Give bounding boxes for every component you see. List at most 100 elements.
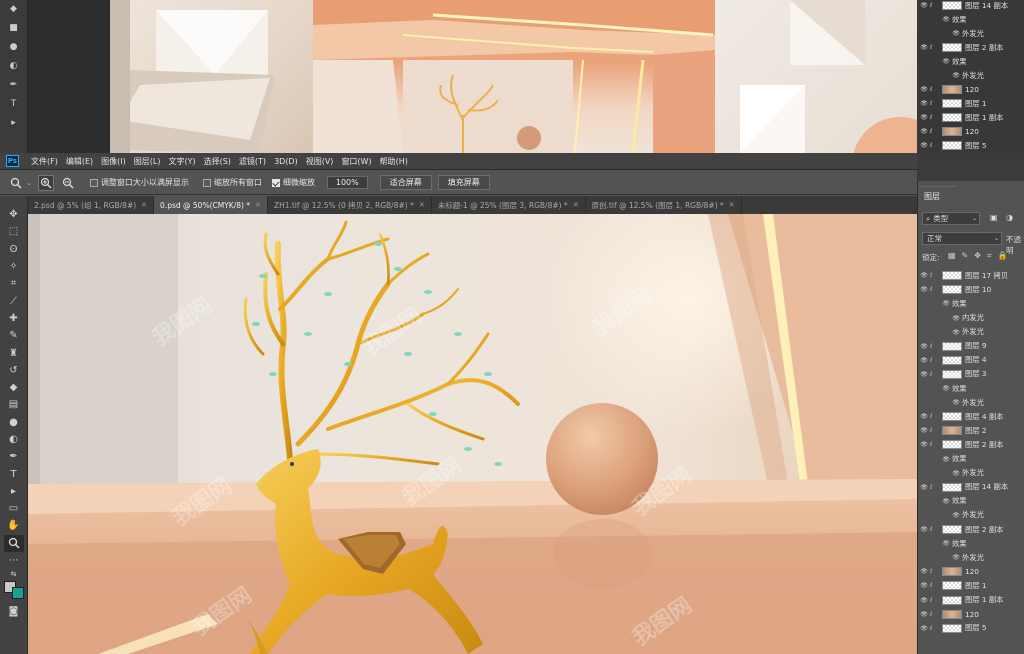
tab-document-4[interactable]: 未标题-1 @ 25% (图层 3, RGB/8#) * ✕: [432, 196, 586, 214]
path-select-icon[interactable]: ▸: [0, 114, 27, 133]
visibility-eye-icon[interactable]: 👁: [918, 441, 930, 448]
visibility-eye-icon[interactable]: 👁: [950, 399, 962, 406]
background-color-swatch[interactable]: [11, 587, 24, 600]
visibility-eye-icon[interactable]: 👁: [918, 286, 930, 293]
visibility-eye-icon[interactable]: 👁: [918, 427, 930, 434]
healing-brush-icon[interactable]: ✚: [4, 310, 24, 327]
blur-tool-icon[interactable]: ●: [4, 414, 24, 431]
zoom-value-field[interactable]: 100%: [326, 176, 368, 189]
zoom-tool-icon[interactable]: [3, 534, 24, 552]
visibility-eye-icon[interactable]: 👁: [918, 597, 930, 604]
layer-row[interactable]: 👁 ℓ 图层 17 拷贝: [918, 269, 1024, 283]
layer-effect-row[interactable]: 👁 外发光: [918, 509, 1024, 523]
visibility-eye-icon[interactable]: 👁: [918, 568, 930, 575]
eyedropper-icon[interactable]: ⟋: [4, 292, 24, 309]
menu-filter[interactable]: 滤镜(T): [235, 156, 270, 167]
layer-effect-row[interactable]: 👁 效果: [918, 55, 1024, 69]
layer-row[interactable]: 👁 ℓ 120: [918, 125, 1024, 139]
marquee-tool-icon[interactable]: ⬚: [4, 223, 24, 240]
visibility-eye-icon[interactable]: 👁: [918, 44, 930, 51]
brush-tool-icon[interactable]: ✎: [4, 327, 24, 344]
visibility-eye-icon[interactable]: 👁: [940, 498, 952, 505]
type-icon[interactable]: T: [0, 95, 27, 114]
tab-document-3[interactable]: ZH1.tif @ 12.5% (0 拷贝 2, RGB/8#) * ✕: [268, 196, 432, 214]
dodge-icon[interactable]: ◐: [0, 57, 27, 76]
close-icon[interactable]: ✕: [729, 201, 735, 209]
layer-row[interactable]: 👁 ℓ 图层 10: [918, 283, 1024, 297]
hand-tool-icon[interactable]: ✋: [4, 517, 24, 534]
pen-icon[interactable]: ✒: [0, 76, 27, 95]
tab-document-1[interactable]: 2.psd @ 5% (组 1, RGB/8#) ✕: [28, 196, 155, 214]
visibility-eye-icon[interactable]: 👁: [918, 526, 930, 533]
layer-effect-row[interactable]: 👁 效果: [918, 537, 1024, 551]
tab-document-5[interactable]: 原创.tif @ 12.5% (图层 1, RGB/8#) * ✕: [586, 196, 742, 214]
color-swatches[interactable]: [3, 581, 24, 603]
visibility-eye-icon[interactable]: 👁: [918, 484, 930, 491]
layer-row[interactable]: 👁 ℓ 图层 3: [918, 368, 1024, 382]
close-icon[interactable]: ✕: [419, 201, 425, 209]
visibility-eye-icon[interactable]: 👁: [950, 512, 962, 519]
layer-row[interactable]: 👁 ℓ 图层 1: [918, 97, 1024, 111]
visibility-eye-icon[interactable]: 👁: [918, 100, 930, 107]
eraser-tool-icon[interactable]: ◆: [4, 379, 24, 396]
document-canvas[interactable]: 我图网 我图网 我图网 我图网 我图网 我图网 我图网 我图网: [28, 214, 917, 654]
menu-view[interactable]: 视图(V): [302, 156, 338, 167]
layer-effect-row[interactable]: 👁 效果: [918, 13, 1024, 27]
visibility-eye-icon[interactable]: 👁: [918, 611, 930, 618]
visibility-eye-icon[interactable]: 👁: [918, 86, 930, 93]
type-tool-icon[interactable]: T: [4, 465, 24, 482]
rectangle-icon[interactable]: ■: [0, 19, 27, 38]
menu-image[interactable]: 图像(I): [97, 156, 130, 167]
layer-effect-row[interactable]: 👁 外发光: [918, 466, 1024, 480]
layer-effect-row[interactable]: 👁 外发光: [918, 27, 1024, 41]
filter-pixel-icon[interactable]: ▣: [990, 213, 998, 222]
gradient-tool-icon[interactable]: ▤: [4, 396, 24, 413]
menu-help[interactable]: 帮助(H): [376, 156, 412, 167]
layer-row[interactable]: 👁 ℓ 图层 2 副本: [918, 523, 1024, 537]
blur-icon[interactable]: ●: [0, 38, 27, 57]
crop-tool-icon[interactable]: ⌗: [4, 275, 24, 292]
layer-row[interactable]: 👁 ℓ 120: [918, 607, 1024, 621]
visibility-eye-icon[interactable]: 👁: [950, 470, 962, 477]
visibility-eye-icon[interactable]: 👁: [940, 16, 952, 23]
quick-mask-icon[interactable]: ◙: [4, 603, 24, 620]
visibility-eye-icon[interactable]: 👁: [940, 385, 952, 392]
menu-type[interactable]: 文字(Y): [164, 156, 199, 167]
filter-adjust-icon[interactable]: ◑: [1006, 213, 1013, 222]
menu-window[interactable]: 窗口(W): [337, 156, 375, 167]
fill-screen-button[interactable]: 填充屏幕: [437, 175, 490, 190]
visibility-eye-icon[interactable]: 👁: [950, 72, 962, 79]
layer-row[interactable]: 👁 ℓ 图层 1 副本: [918, 593, 1024, 607]
tab-document-2[interactable]: 0.psd @ 50%(CMYK/8) * ✕: [154, 196, 268, 214]
layer-row[interactable]: 👁 ℓ 图层 5: [918, 139, 1024, 153]
zoom-tool-icon[interactable]: [8, 175, 24, 191]
layer-effect-row[interactable]: 👁 效果: [918, 495, 1024, 509]
layer-effect-row[interactable]: 👁 外发光: [918, 551, 1024, 565]
layer-row[interactable]: 👁 ℓ 图层 4: [918, 354, 1024, 368]
path-selection-icon[interactable]: ▸: [4, 483, 24, 500]
layer-row[interactable]: 👁 ℓ 图层 2 副本: [918, 41, 1024, 55]
close-icon[interactable]: ✕: [573, 201, 579, 209]
menu-file[interactable]: 文件(F): [27, 156, 62, 167]
close-icon[interactable]: ✕: [141, 201, 147, 209]
menu-layer[interactable]: 图层(L): [130, 156, 165, 167]
layer-row[interactable]: 👁 ℓ 图层 14 副本: [918, 481, 1024, 495]
layer-filter-dropdown[interactable]: ⌕ 类型 ⌄: [922, 212, 980, 225]
visibility-eye-icon[interactable]: 👁: [950, 30, 962, 37]
eraser-icon[interactable]: ◆: [0, 0, 27, 19]
lasso-tool-icon[interactable]: ʘ: [4, 241, 24, 258]
visibility-eye-icon[interactable]: 👁: [950, 315, 962, 322]
visibility-eye-icon[interactable]: 👁: [940, 540, 952, 547]
layer-row[interactable]: 👁 ℓ 120: [918, 83, 1024, 97]
visibility-eye-icon[interactable]: 👁: [918, 343, 930, 350]
layer-row[interactable]: 👁 ℓ 图层 1: [918, 579, 1024, 593]
layer-effect-row[interactable]: 👁 外发光: [918, 396, 1024, 410]
resize-windows-checkbox[interactable]: 调整窗口大小以满屏显示: [89, 177, 189, 188]
layer-effect-row[interactable]: 👁 外发光: [918, 325, 1024, 339]
chevron-down-icon[interactable]: ⌄: [26, 179, 32, 187]
layer-row[interactable]: 👁 ℓ 图层 9: [918, 340, 1024, 354]
visibility-eye-icon[interactable]: 👁: [918, 2, 930, 9]
layer-row[interactable]: 👁 ℓ 图层 2: [918, 424, 1024, 438]
visibility-eye-icon[interactable]: 👁: [918, 625, 930, 632]
stamp-tool-icon[interactable]: ♜: [4, 344, 24, 361]
